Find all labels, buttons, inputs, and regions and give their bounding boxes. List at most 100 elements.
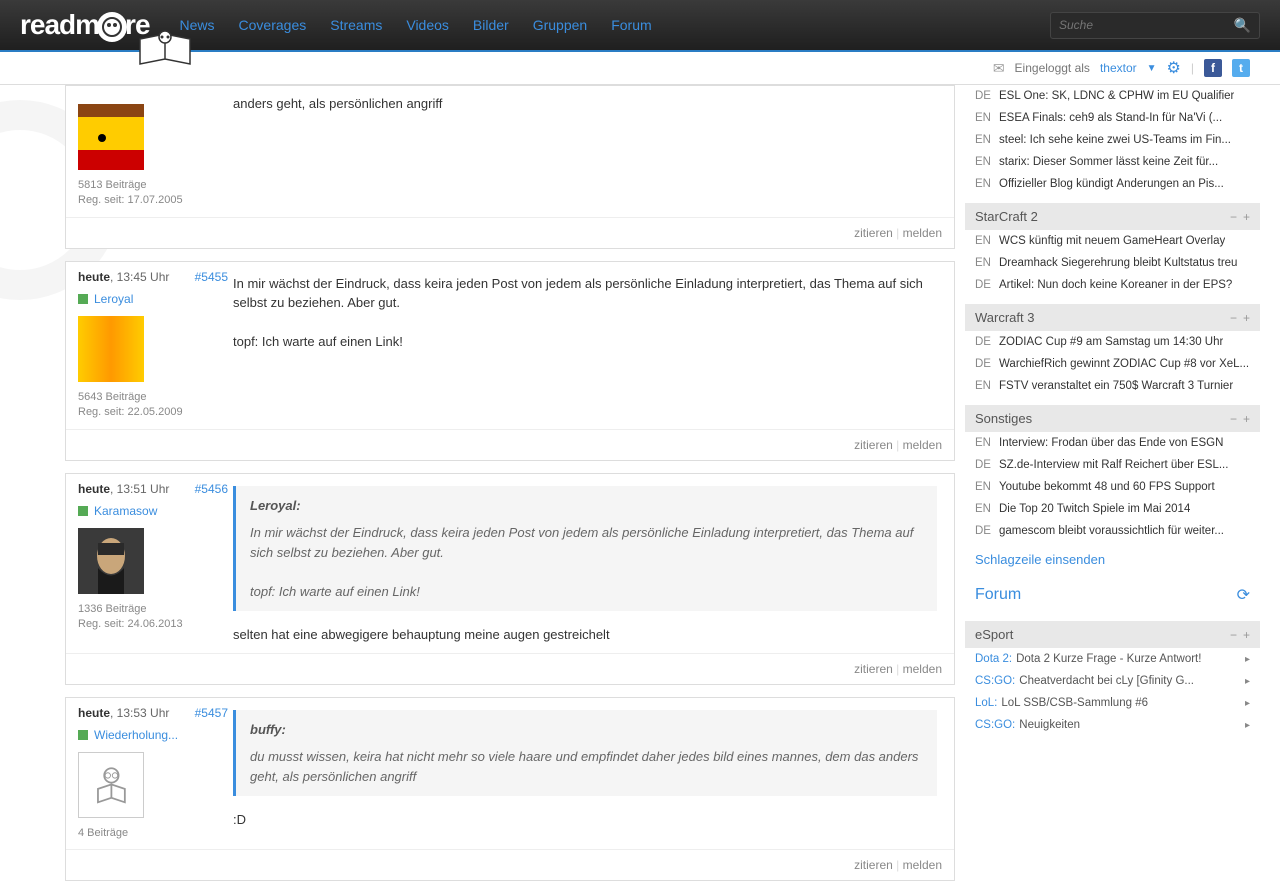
submit-headline-link[interactable]: Schlagzeile einsenden — [965, 542, 1260, 577]
news-item[interactable]: DEESL One: SK, LDNC & CPHW im EU Qualifi… — [965, 85, 1260, 107]
news-item[interactable]: ENDreamhack Siegerehrung bleibt Kultstat… — [965, 252, 1260, 274]
lang-tag: DE — [975, 90, 993, 102]
plus-icon[interactable]: + — [1243, 210, 1250, 224]
post-time: heute, 13:45 Uhr — [78, 270, 169, 284]
post-count: 5643 Beiträge — [78, 390, 228, 405]
forum-heading: Forum⟳ — [965, 577, 1260, 613]
news-item[interactable]: DEZODIAC Cup #9 am Samstag um 14:30 Uhr — [965, 331, 1260, 353]
quote-button[interactable]: zitieren — [854, 662, 893, 676]
avatar[interactable] — [78, 104, 144, 170]
sidebar-section-header: Sonstiges−+ — [965, 405, 1260, 432]
lang-tag: DE — [975, 336, 993, 348]
lang-tag: EN — [975, 134, 993, 146]
search-box[interactable]: 🔍 — [1050, 12, 1260, 39]
nav-coverages[interactable]: Coverages — [239, 17, 307, 33]
lang-tag: EN — [975, 235, 993, 247]
minus-icon[interactable]: − — [1230, 412, 1237, 426]
news-item[interactable]: ENFSTV veranstaltet ein 750$ Warcraft 3 … — [965, 375, 1260, 397]
post-author-link[interactable]: Wiederholung... — [94, 728, 178, 742]
quote-button[interactable]: zitieren — [854, 438, 893, 452]
news-item[interactable]: ENInterview: Frodan über das Ende von ES… — [965, 432, 1260, 454]
quote-block: Leroyal:In mir wächst der Eindruck, dass… — [233, 486, 937, 612]
avatar[interactable] — [78, 752, 144, 818]
news-item[interactable]: ENOffizieller Blog kündigt Änderungen an… — [965, 173, 1260, 195]
lang-tag: EN — [975, 178, 993, 190]
quote-author: Leroyal: — [250, 496, 923, 516]
search-icon[interactable]: 🔍 — [1234, 17, 1251, 34]
facebook-icon[interactable]: f — [1204, 59, 1222, 77]
news-item[interactable]: ENDie Top 20 Twitch Spiele im Mai 2014 — [965, 498, 1260, 520]
news-item[interactable]: ENWCS künftig mit neuem GameHeart Overla… — [965, 230, 1260, 252]
chevron-right-icon: ▸ — [1245, 698, 1250, 709]
sidebar-section-header: StarCraft 2−+ — [965, 203, 1260, 230]
report-button[interactable]: melden — [903, 662, 942, 676]
minus-icon[interactable]: − — [1230, 210, 1237, 224]
forum-thread-link[interactable]: CS:GO: Neuigkeiten▸ — [965, 714, 1260, 736]
user-dropdown-icon[interactable]: ▼ — [1147, 63, 1157, 74]
post-body: anders geht, als persönlichen angriff — [228, 94, 942, 209]
nav-gruppen[interactable]: Gruppen — [533, 17, 587, 33]
forum-thread: 5813 BeiträgeReg. seit: 17.07.2005anders… — [10, 85, 965, 893]
refresh-icon[interactable]: ⟳ — [1237, 585, 1250, 605]
avatar[interactable] — [78, 528, 144, 594]
news-item[interactable]: DEArtikel: Nun doch keine Koreaner in de… — [965, 274, 1260, 296]
news-item[interactable]: ENstarix: Dieser Sommer lässt keine Zeit… — [965, 151, 1260, 173]
online-status-icon — [78, 506, 88, 516]
logged-in-label: Eingeloggt als — [1015, 61, 1090, 75]
post-text: :D — [233, 810, 937, 830]
forum-post: heute, 13:45 Uhr #5455 Leroyal 5643 Beiträg… — [65, 261, 955, 461]
gear-icon[interactable]: ⚙ — [1167, 58, 1181, 78]
minus-icon[interactable]: − — [1230, 628, 1237, 642]
news-item[interactable]: DEWarchiefRich gewinnt ZODIAC Cup #8 vor… — [965, 353, 1260, 375]
news-item[interactable]: ENESEA Finals: ceh9 als Stand-In für Na'… — [965, 107, 1260, 129]
post-count: 1336 Beiträge — [78, 602, 228, 617]
search-input[interactable] — [1059, 18, 1234, 32]
chevron-right-icon: ▸ — [1245, 654, 1250, 665]
minus-icon[interactable]: − — [1230, 311, 1237, 325]
lang-tag: DE — [975, 459, 993, 471]
sidebar-section-header: Warcraft 3−+ — [965, 304, 1260, 331]
report-button[interactable]: melden — [903, 438, 942, 452]
post-body: Leroyal:In mir wächst der Eindruck, dass… — [228, 482, 942, 645]
post-count: 5813 Beiträge — [78, 178, 228, 193]
post-permalink[interactable]: #5455 — [195, 270, 228, 284]
post-author-link[interactable]: Leroyal — [94, 292, 133, 306]
plus-icon[interactable]: + — [1243, 628, 1250, 642]
forum-thread-link[interactable]: Dota 2: Dota 2 Kurze Frage - Kurze Antwo… — [965, 648, 1260, 670]
news-item[interactable]: DESZ.de-Interview mit Ralf Reichert über… — [965, 454, 1260, 476]
avatar[interactable] — [78, 316, 144, 382]
post-permalink[interactable]: #5456 — [195, 482, 228, 496]
twitter-icon[interactable]: t — [1232, 59, 1250, 77]
quote-button[interactable]: zitieren — [854, 226, 893, 240]
sidebar-section-header: eSport−+ — [965, 621, 1260, 648]
nav-streams[interactable]: Streams — [330, 17, 382, 33]
post-author-link[interactable]: Karamasow — [94, 504, 157, 518]
site-logo[interactable]: readm re — [20, 9, 150, 41]
quote-button[interactable]: zitieren — [854, 858, 893, 872]
report-button[interactable]: melden — [903, 226, 942, 240]
main-header: readm re News Coverages Streams Videos B… — [0, 0, 1280, 52]
current-user-link[interactable]: thextor — [1100, 61, 1137, 75]
news-item[interactable]: DEgamescom bleibt voraussichtlich für we… — [965, 520, 1260, 542]
post-permalink[interactable]: #5457 — [195, 706, 228, 720]
chevron-right-icon: ▸ — [1245, 676, 1250, 687]
lang-tag: DE — [975, 279, 993, 291]
post-body: buffy: du musst wissen, keira hat nicht m… — [228, 706, 942, 841]
quote-author: buffy: — [250, 720, 923, 740]
reg-date: Reg. seit: 17.07.2005 — [78, 193, 228, 208]
quote-text: du musst wissen, keira hat nicht mehr so… — [250, 749, 918, 784]
plus-icon[interactable]: + — [1243, 311, 1250, 325]
news-item[interactable]: ENsteel: Ich sehe keine zwei US-Teams im… — [965, 129, 1260, 151]
nav-bilder[interactable]: Bilder — [473, 17, 509, 33]
chevron-right-icon: ▸ — [1245, 720, 1250, 731]
nav-forum[interactable]: Forum — [611, 17, 651, 33]
news-item[interactable]: ENYoutube bekommt 48 und 60 FPS Support — [965, 476, 1260, 498]
nav-videos[interactable]: Videos — [406, 17, 449, 33]
mail-icon[interactable]: ✉ — [993, 60, 1005, 77]
report-button[interactable]: melden — [903, 858, 942, 872]
plus-icon[interactable]: + — [1243, 412, 1250, 426]
forum-thread-link[interactable]: CS:GO: Cheatverdacht bei cLy [Gfinity G.… — [965, 670, 1260, 692]
forum-thread-link[interactable]: LoL: LoL SSB/CSB-Sammlung #6▸ — [965, 692, 1260, 714]
post-text: In mir wächst der Eindruck, dass keira j… — [233, 274, 937, 352]
reg-date: Reg. seit: 24.06.2013 — [78, 617, 228, 632]
